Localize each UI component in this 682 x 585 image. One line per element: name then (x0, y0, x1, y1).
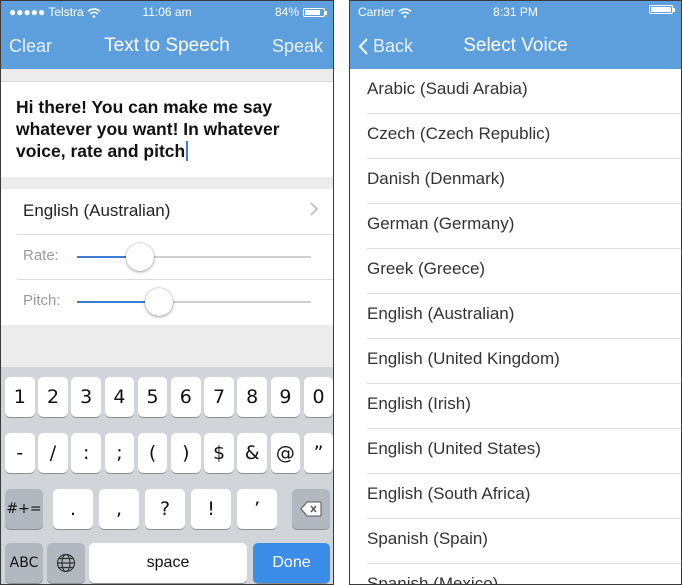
key-symbol-1[interactable]: / (38, 433, 68, 473)
key-symbol-5[interactable]: ) (171, 433, 201, 473)
voice-label: Spanish (Spain) (367, 529, 488, 548)
voice-label: English (Irish) (367, 394, 471, 413)
numeric-keyboard: #+= ABC space Done 1 2 3 4 5 6 7 8 9 0 - /:;() $ & @”.… (1, 367, 333, 584)
select-voice-screen: Carrier 8:31 PM Back Select Voice Arabic… (349, 0, 682, 585)
key-symbol-4[interactable]: ( (137, 433, 168, 473)
rate-label: Rate: (23, 247, 59, 264)
voice-list-item[interactable]: Arabic (Saudi Arabia) (350, 69, 681, 114)
key-punct-2[interactable]: ? (145, 489, 185, 529)
voice-label: English (South Africa) (367, 484, 531, 503)
section-gap (1, 177, 333, 189)
key-3[interactable]: 4 (104, 377, 135, 417)
voice-list-item[interactable]: English (South Africa) (350, 474, 681, 519)
page-title: Select Voice (463, 35, 568, 56)
voice-list-item[interactable]: English (Australian) (350, 294, 681, 339)
text-to-speech-screen: ●●●●● Telstra 11:06 am 84% Clear Text to… (0, 0, 334, 585)
key-1[interactable]: 2 (38, 377, 68, 417)
key-8[interactable]: 9 (270, 377, 301, 417)
done-key[interactable]: Done (253, 543, 330, 583)
voice-list-item[interactable]: English (United States) (350, 429, 681, 474)
rate-slider[interactable] (77, 243, 311, 271)
speak-button[interactable]: Speak (272, 36, 323, 57)
key-9[interactable]: 0 (303, 377, 333, 417)
voice-list: Arabic (Saudi Arabia) Czech (Czech Republ… (350, 69, 681, 585)
voice-list-item[interactable]: Danish (Denmark) (350, 159, 681, 204)
backspace-key[interactable] (292, 489, 330, 529)
voice-label: English (Australian) (367, 304, 515, 323)
settings-panel: English (Australian) Rate: Pitch: (1, 189, 333, 325)
voice-label: German (Germany) (367, 214, 515, 233)
nav-bar: Clear Text to Speech Speak (1, 29, 333, 63)
chevron-right-icon (309, 200, 319, 223)
key-4[interactable]: 5 (137, 377, 168, 417)
status-time: 8:31 PM (493, 5, 538, 19)
key-symbol-7[interactable]: & (237, 433, 267, 473)
voice-list-item[interactable]: Spanish (Spain) (350, 519, 681, 564)
nav-bar: Back Select Voice (350, 29, 681, 63)
speech-text: Hi there! You can make me say whatever y… (16, 97, 280, 161)
battery-icon (649, 5, 675, 14)
pitch-label: Pitch: (23, 292, 61, 309)
key-6[interactable]: 7 (204, 377, 234, 417)
voice-label: Spanish (Mexico) (367, 574, 499, 585)
pitch-slider-thumb[interactable] (144, 288, 173, 316)
text-caret (186, 141, 189, 161)
space-key[interactable]: space (89, 543, 247, 583)
key-2[interactable]: 3 (71, 377, 101, 417)
header: ●●●●● Telstra 11:06 am 84% Clear Text to… (1, 1, 333, 69)
voice-label: English (United States) (367, 439, 541, 458)
key-punct-1[interactable]: , (99, 489, 139, 529)
voice-list-item[interactable]: English (Irish) (350, 384, 681, 429)
key-symbol-2[interactable]: : (71, 433, 101, 473)
battery-percent: 84% (274, 5, 299, 19)
battery-icon (303, 7, 327, 17)
key-7[interactable]: 8 (237, 377, 267, 417)
key-symbol-8[interactable]: @ (270, 433, 301, 473)
key-0[interactable]: 1 (5, 377, 35, 417)
voice-label: Czech (Czech Republic) (367, 124, 551, 143)
voice-list-item[interactable]: Czech (Czech Republic) (350, 114, 681, 159)
voice-list-item[interactable]: German (Germany) (350, 204, 681, 249)
backspace-icon (300, 501, 322, 517)
abc-key[interactable]: ABC (5, 543, 43, 583)
key-punct-3[interactable]: ! (191, 489, 231, 529)
status-bar: Carrier 8:31 PM (350, 1, 681, 23)
voice-label: Greek (Greece) (367, 259, 486, 278)
voice-selector-row[interactable]: English (Australian) (17, 189, 333, 235)
voice-list-item[interactable]: Spanish (Mexico) (350, 564, 681, 585)
speech-text-input[interactable]: Hi there! You can make me say whatever y… (1, 81, 333, 179)
rate-slider-thumb[interactable] (126, 243, 155, 271)
globe-key[interactable] (47, 543, 85, 583)
key-symbol-0[interactable]: - (5, 433, 35, 473)
rate-row: Rate: (17, 234, 333, 280)
status-bar: ●●●●● Telstra 11:06 am 84% (1, 1, 333, 23)
key-symbol-3[interactable]: ; (104, 433, 135, 473)
voice-label: English (United Kingdom) (367, 349, 560, 368)
voice-label: Danish (Denmark) (367, 169, 505, 188)
voice-label: Arabic (Saudi Arabia) (367, 79, 528, 98)
empty-area (1, 325, 333, 367)
voice-list-item[interactable]: English (United Kingdom) (350, 339, 681, 384)
header: Carrier 8:31 PM Back Select Voice (350, 1, 681, 69)
key-5[interactable]: 6 (171, 377, 201, 417)
symbols-toggle-key[interactable]: #+= (5, 489, 43, 529)
voice-list-item[interactable]: Greek (Greece) (350, 249, 681, 294)
pitch-row: Pitch: (17, 279, 333, 324)
key-punct-4[interactable]: ’ (237, 489, 277, 529)
selected-voice-label: English (Australian) (23, 201, 171, 220)
pitch-slider[interactable] (77, 288, 311, 316)
section-gap (1, 69, 333, 81)
key-symbol-6[interactable]: $ (204, 433, 234, 473)
globe-icon (56, 553, 76, 573)
key-punct-0[interactable]: . (53, 489, 93, 529)
key-symbol-9[interactable]: ” (303, 433, 333, 473)
